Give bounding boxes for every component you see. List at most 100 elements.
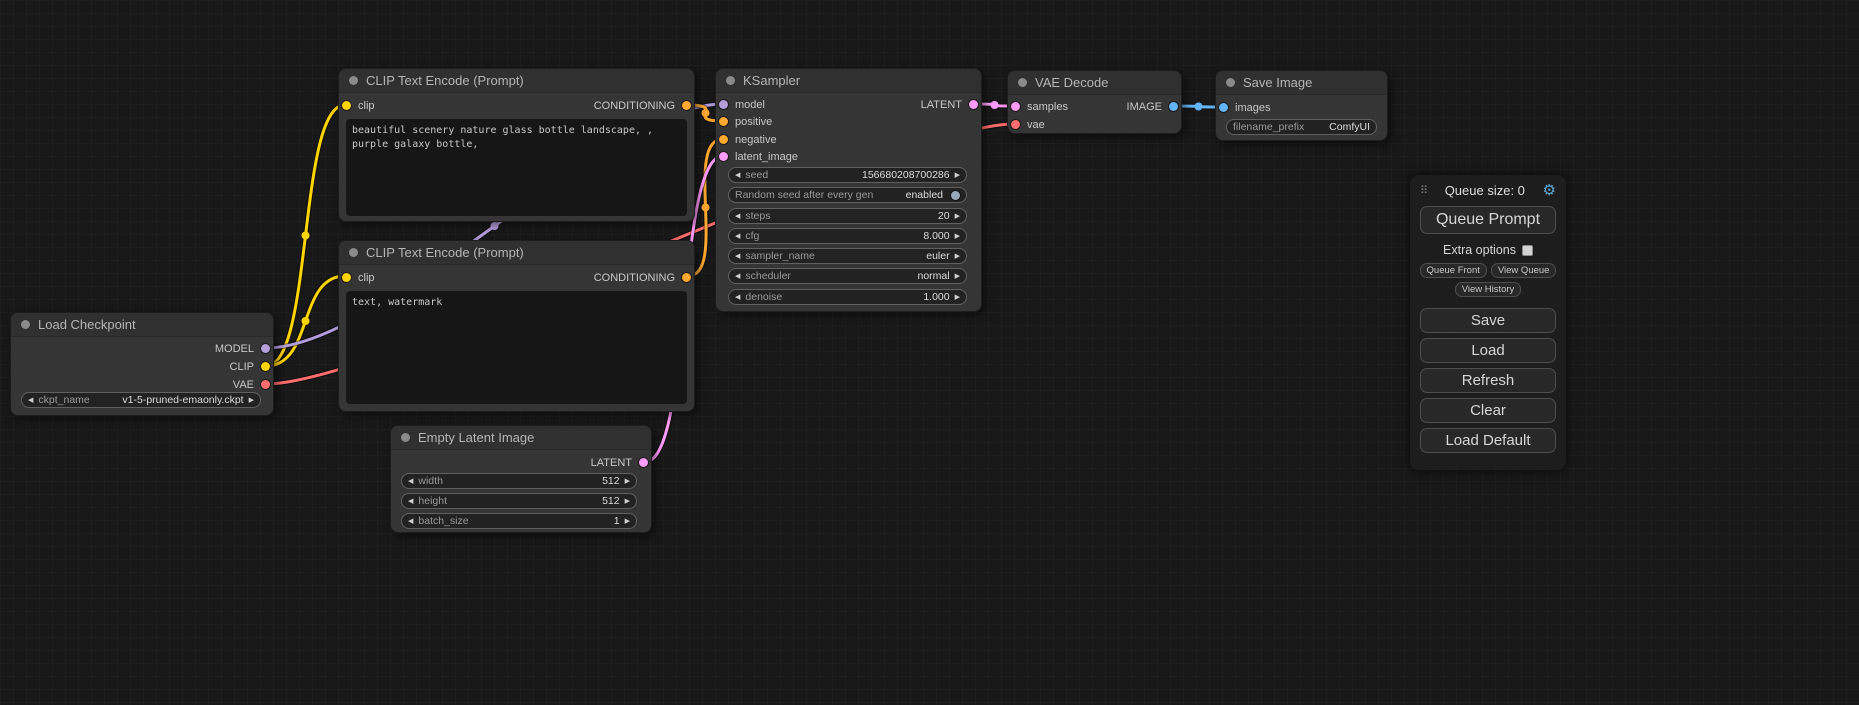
widget-sampler-name[interactable]: ◀ sampler_name euler ▶ — [728, 248, 967, 264]
input-slot-model: model — [719, 96, 765, 113]
output-dot-latent[interactable] — [969, 100, 978, 109]
arrow-right-icon[interactable]: ▶ — [625, 498, 630, 505]
arrow-left-icon[interactable]: ◀ — [408, 518, 413, 525]
input-dot-images[interactable] — [1219, 103, 1228, 112]
input-dot-clip[interactable] — [342, 101, 351, 110]
node-load-checkpoint[interactable]: Load Checkpoint MODEL CLIP VAE ◀ ckpt_na… — [10, 312, 274, 416]
arrow-right-icon[interactable]: ▶ — [955, 233, 960, 240]
output-dot-vae[interactable] — [261, 380, 270, 389]
negative-prompt-textarea[interactable]: text, watermark — [346, 291, 687, 404]
arrow-left-icon[interactable]: ◀ — [735, 213, 740, 220]
collapse-dot[interactable] — [1018, 78, 1027, 87]
widget-label: filename_prefix — [1233, 121, 1304, 133]
widget-batch-size[interactable]: ◀ batch_size 1 ▶ — [401, 513, 637, 529]
input-dot-model[interactable] — [719, 100, 728, 109]
arrow-left-icon[interactable]: ◀ — [408, 498, 413, 505]
save-button[interactable]: Save — [1420, 308, 1556, 333]
widget-value: 156680208700286 — [862, 169, 950, 181]
view-queue-button[interactable]: View Queue — [1491, 263, 1557, 278]
input-slot-samples: samples — [1011, 98, 1068, 115]
collapse-dot[interactable] — [401, 433, 410, 442]
node-vae-decode[interactable]: VAE Decode samples vae IMAGE — [1007, 70, 1182, 134]
widget-label: width — [418, 475, 443, 487]
toggle-dot[interactable] — [951, 191, 960, 200]
arrow-left-icon[interactable]: ◀ — [735, 253, 740, 260]
node-ksampler[interactable]: KSampler model positive negative latent_… — [715, 68, 982, 312]
settings-gear-icon[interactable]: ⚙ — [1543, 181, 1556, 199]
widget-label: steps — [745, 210, 770, 222]
node-clip-text-encode-negative[interactable]: CLIP Text Encode (Prompt) clip CONDITION… — [338, 240, 695, 412]
arrow-left-icon[interactable]: ◀ — [735, 294, 740, 301]
input-dot-samples[interactable] — [1011, 102, 1020, 111]
input-dot-positive[interactable] — [719, 117, 728, 126]
output-dot-latent[interactable] — [639, 458, 648, 467]
clear-button[interactable]: Clear — [1420, 398, 1556, 423]
output-dot-model[interactable] — [261, 344, 270, 353]
input-dot-latent-image[interactable] — [719, 152, 728, 161]
node-title-bar[interactable]: CLIP Text Encode (Prompt) — [339, 69, 694, 93]
collapse-dot[interactable] — [726, 76, 735, 85]
output-dot-image[interactable] — [1169, 102, 1178, 111]
arrow-right-icon[interactable]: ▶ — [249, 397, 254, 404]
drag-handle-icon[interactable]: ⠿ — [1420, 184, 1427, 197]
widget-steps[interactable]: ◀ steps 20 ▶ — [728, 208, 967, 224]
arrow-right-icon[interactable]: ▶ — [955, 172, 960, 179]
positive-prompt-textarea[interactable]: beautiful scenery nature glass bottle la… — [346, 119, 687, 216]
arrow-left-icon[interactable]: ◀ — [408, 478, 413, 485]
node-title-bar[interactable]: VAE Decode — [1008, 71, 1181, 95]
widget-denoise[interactable]: ◀ denoise 1.000 ▶ — [728, 289, 967, 305]
slot-label: VAE — [233, 379, 254, 391]
node-save-image[interactable]: Save Image images filename_prefix ComfyU… — [1215, 70, 1388, 141]
widget-height[interactable]: ◀ height 512 ▶ — [401, 493, 637, 509]
slot-label: model — [735, 99, 765, 111]
extra-options-checkbox[interactable] — [1522, 245, 1533, 256]
input-dot-negative[interactable] — [719, 135, 728, 144]
arrow-right-icon[interactable]: ▶ — [955, 253, 960, 260]
widget-cfg[interactable]: ◀ cfg 8.000 ▶ — [728, 228, 967, 244]
widget-random-seed-toggle[interactable]: Random seed after every gen enabled — [728, 187, 967, 203]
queue-prompt-button[interactable]: Queue Prompt — [1420, 206, 1556, 234]
widget-label: sampler_name — [745, 250, 814, 262]
load-default-button[interactable]: Load Default — [1420, 428, 1556, 453]
input-slot-images: images — [1219, 99, 1270, 116]
view-history-button[interactable]: View History — [1455, 282, 1522, 297]
node-title-bar[interactable]: Save Image — [1216, 71, 1387, 95]
widget-width[interactable]: ◀ width 512 ▶ — [401, 473, 637, 489]
arrow-right-icon[interactable]: ▶ — [955, 273, 960, 280]
output-dot-conditioning[interactable] — [682, 101, 691, 110]
node-clip-text-encode-positive[interactable]: CLIP Text Encode (Prompt) clip CONDITION… — [338, 68, 695, 222]
node-title-bar[interactable]: Empty Latent Image — [391, 426, 651, 450]
output-dot-conditioning[interactable] — [682, 273, 691, 282]
widget-seed[interactable]: ◀ seed 156680208700286 ▶ — [728, 167, 967, 183]
collapse-dot[interactable] — [349, 76, 358, 85]
widget-label: ckpt_name — [38, 394, 89, 406]
slot-label: images — [1235, 102, 1270, 114]
arrow-left-icon[interactable]: ◀ — [735, 233, 740, 240]
widget-filename-prefix[interactable]: filename_prefix ComfyUI — [1226, 119, 1377, 135]
node-title-bar[interactable]: Load Checkpoint — [11, 313, 273, 337]
widget-ckpt-name[interactable]: ◀ ckpt_name v1-5-pruned-emaonly.ckpt ▶ — [21, 392, 261, 408]
output-dot-clip[interactable] — [261, 362, 270, 371]
collapse-dot[interactable] — [21, 320, 30, 329]
queue-front-button[interactable]: Queue Front — [1420, 263, 1487, 278]
input-dot-vae[interactable] — [1011, 120, 1020, 129]
collapse-dot[interactable] — [1226, 78, 1235, 87]
arrow-right-icon[interactable]: ▶ — [625, 478, 630, 485]
queue-menu-panel[interactable]: ⠿ Queue size: 0 ⚙ Queue Prompt Extra opt… — [1410, 175, 1566, 470]
node-title-bar[interactable]: CLIP Text Encode (Prompt) — [339, 241, 694, 265]
widget-scheduler[interactable]: ◀ scheduler normal ▶ — [728, 268, 967, 284]
output-slot-model: MODEL — [215, 340, 270, 357]
arrow-right-icon[interactable]: ▶ — [955, 294, 960, 301]
collapse-dot[interactable] — [349, 248, 358, 257]
arrow-left-icon[interactable]: ◀ — [28, 397, 33, 404]
node-empty-latent-image[interactable]: Empty Latent Image LATENT ◀ width 512 ▶ … — [390, 425, 652, 533]
input-dot-clip[interactable] — [342, 273, 351, 282]
slot-label: clip — [358, 272, 375, 284]
arrow-left-icon[interactable]: ◀ — [735, 273, 740, 280]
load-button[interactable]: Load — [1420, 338, 1556, 363]
arrow-left-icon[interactable]: ◀ — [735, 172, 740, 179]
arrow-right-icon[interactable]: ▶ — [625, 518, 630, 525]
arrow-right-icon[interactable]: ▶ — [955, 213, 960, 220]
node-title-bar[interactable]: KSampler — [716, 69, 981, 93]
refresh-button[interactable]: Refresh — [1420, 368, 1556, 393]
